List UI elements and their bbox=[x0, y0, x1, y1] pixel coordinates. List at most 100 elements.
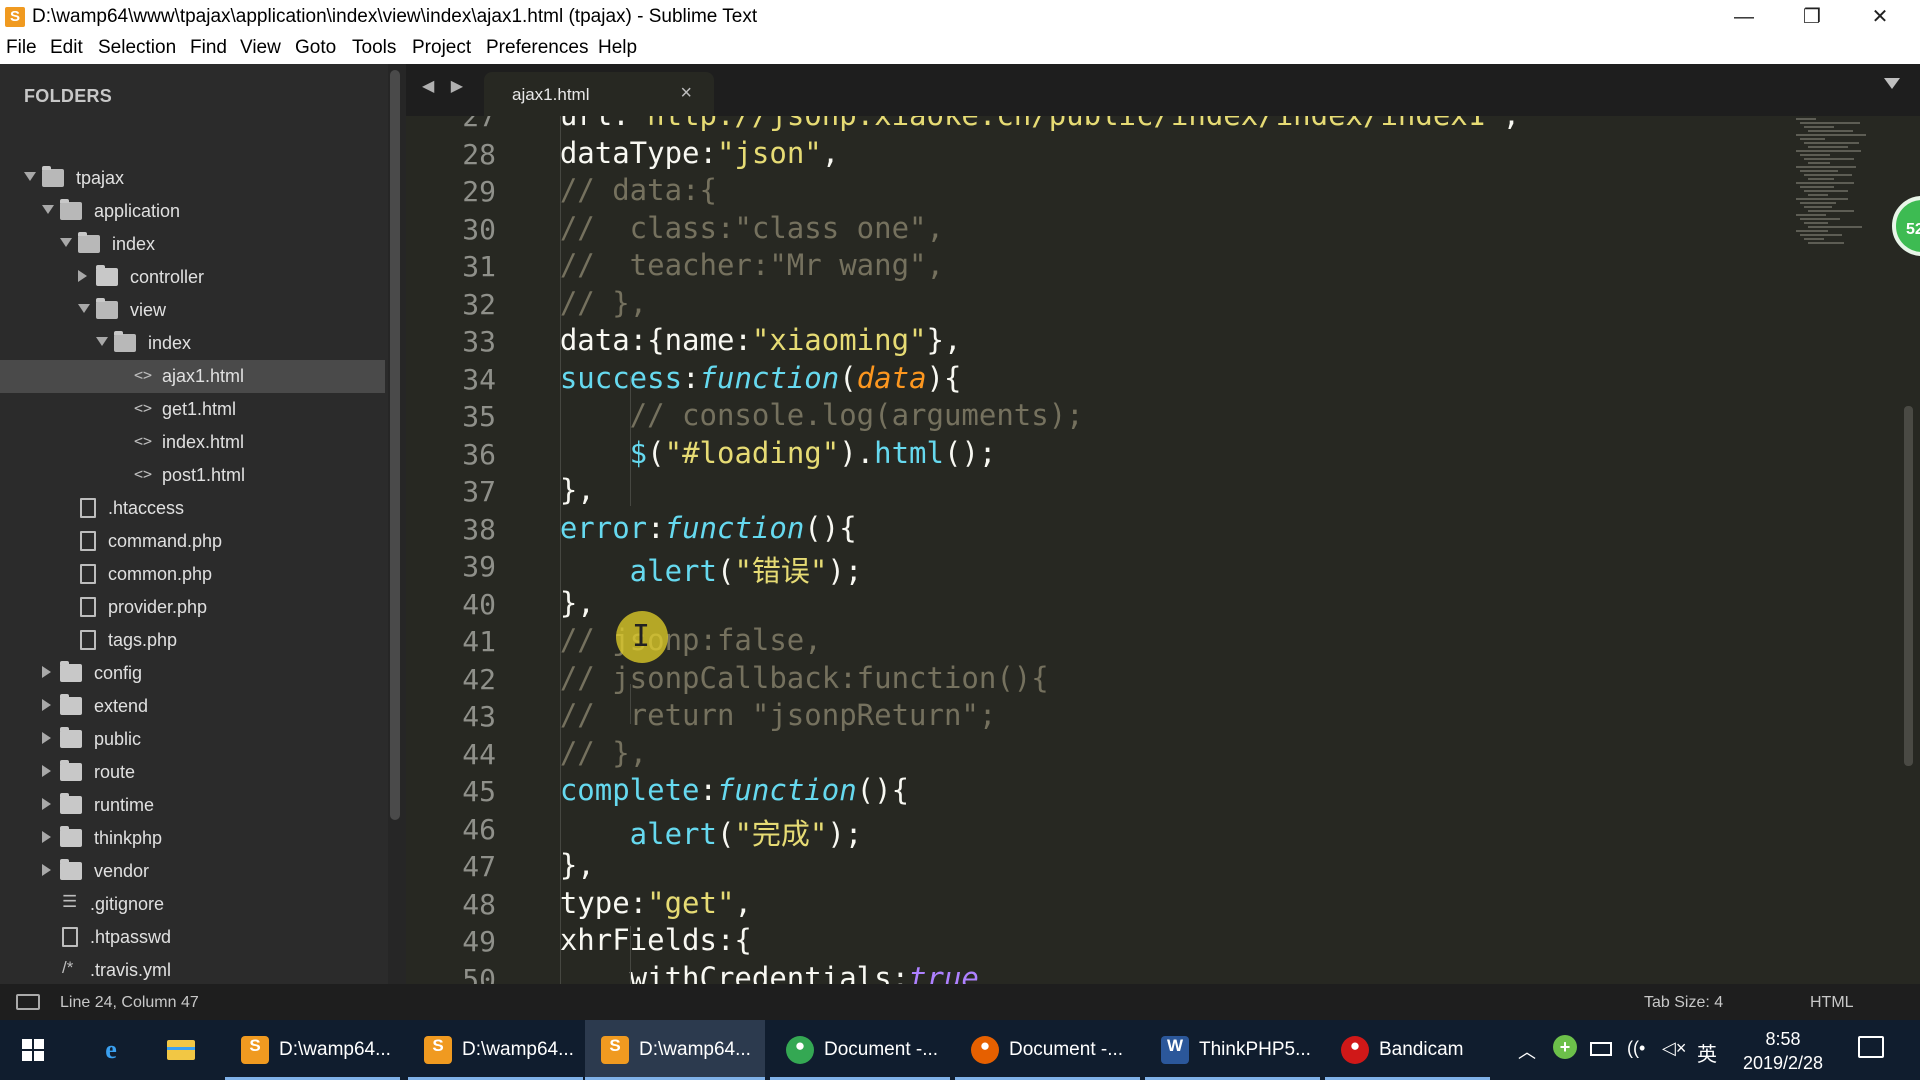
code-line[interactable]: xhrFields:{ bbox=[490, 923, 752, 961]
volume-icon[interactable]: ◁× bbox=[1662, 1038, 1686, 1059]
menu-file[interactable]: File bbox=[6, 37, 37, 59]
code-line[interactable]: // class:"class one", bbox=[490, 211, 944, 249]
cursor-position[interactable]: Line 24, Column 47 bbox=[60, 994, 199, 1012]
code-line[interactable]: }, bbox=[490, 848, 595, 886]
sidebar-folder[interactable]: view bbox=[0, 294, 385, 327]
menu-preferences[interactable]: Preferences bbox=[486, 37, 588, 59]
tab-dropdown-icon[interactable] bbox=[1884, 78, 1900, 89]
sidebar-folder[interactable]: vendor bbox=[0, 855, 385, 888]
expand-down-icon[interactable] bbox=[60, 238, 72, 247]
taskbar-button[interactable]: S D:\wamp64... bbox=[408, 1020, 583, 1080]
sidebar-folder[interactable]: config bbox=[0, 657, 385, 690]
code-line[interactable]: // teacher:"Mr wang", bbox=[490, 248, 944, 286]
battery-icon[interactable] bbox=[1590, 1042, 1612, 1056]
taskbar-button[interactable]: S D:\wamp64... bbox=[585, 1020, 765, 1080]
ime-indicator[interactable]: 英 bbox=[1697, 1038, 1717, 1067]
collapse-right-icon[interactable] bbox=[42, 699, 51, 711]
sidebar-folder[interactable]: runtime bbox=[0, 789, 385, 822]
sidebar-file[interactable]: provider.php bbox=[0, 591, 385, 624]
tray-app-icon[interactable]: + bbox=[1553, 1035, 1577, 1059]
menu-find[interactable]: Find bbox=[190, 37, 227, 59]
sidebar-scrollbar[interactable] bbox=[390, 70, 400, 820]
tab-size[interactable]: Tab Size: 4 bbox=[1644, 994, 1723, 1012]
sidebar-file[interactable]: <> ajax1.html bbox=[0, 360, 385, 393]
sidebar-folder[interactable]: index bbox=[0, 327, 385, 360]
code-line[interactable]: // data:{ bbox=[490, 173, 717, 211]
menu-view[interactable]: View bbox=[240, 37, 281, 59]
sidebar-file[interactable]: .htpasswd bbox=[0, 921, 385, 954]
minimize-button[interactable]: — bbox=[1710, 0, 1778, 34]
expand-down-icon[interactable] bbox=[42, 205, 54, 214]
sidebar-folder[interactable]: extend bbox=[0, 690, 385, 723]
tab-nav-arrows[interactable]: ◀ ▶ bbox=[422, 76, 469, 96]
sidebar-file[interactable]: ☰ .gitignore bbox=[0, 888, 385, 921]
code-line[interactable]: url:"http://jsonp.xiaoke.cn/public/index… bbox=[490, 116, 1520, 136]
expand-down-icon[interactable] bbox=[24, 172, 36, 181]
code-line[interactable]: // }, bbox=[490, 736, 647, 774]
code-line[interactable]: $("#loading").html(); bbox=[490, 436, 997, 474]
code-line[interactable]: }, bbox=[490, 586, 595, 624]
sidebar-folder[interactable]: public bbox=[0, 723, 385, 756]
code-line[interactable]: }, bbox=[490, 473, 595, 511]
code-line[interactable]: error:function(){ bbox=[490, 511, 857, 549]
collapse-right-icon[interactable] bbox=[78, 270, 87, 282]
expand-down-icon[interactable] bbox=[96, 337, 108, 346]
collapse-right-icon[interactable] bbox=[42, 765, 51, 777]
sidebar-file[interactable]: command.php bbox=[0, 525, 385, 558]
close-window-button[interactable]: ✕ bbox=[1846, 0, 1914, 34]
taskbar-button[interactable]: ● Document -... bbox=[770, 1020, 950, 1080]
code-line[interactable]: dataType:"json", bbox=[490, 136, 839, 174]
code-line[interactable]: withCredentials:true bbox=[490, 961, 979, 985]
code-line[interactable]: alert("错误"); bbox=[490, 548, 863, 588]
edge-icon[interactable]: e bbox=[91, 1030, 131, 1070]
sidebar-file[interactable]: tags.php bbox=[0, 624, 385, 657]
menu-edit[interactable]: Edit bbox=[50, 37, 83, 59]
sidebar-file[interactable]: common.php bbox=[0, 558, 385, 591]
code-line[interactable]: // return "jsonpReturn"; bbox=[490, 698, 997, 736]
file-explorer-icon[interactable] bbox=[160, 1030, 200, 1070]
tab-ajax1[interactable]: ajax1.html × bbox=[484, 72, 714, 116]
sidebar-folder[interactable]: thinkphp bbox=[0, 822, 385, 855]
syntax-mode[interactable]: HTML bbox=[1810, 994, 1854, 1012]
code-line[interactable]: alert("完成"); bbox=[490, 811, 863, 851]
windows-start-icon[interactable] bbox=[22, 1039, 44, 1061]
tab-close-icon[interactable]: × bbox=[680, 82, 692, 105]
code-line[interactable]: // jsonpCallback:function(){ bbox=[490, 661, 1049, 699]
menu-help[interactable]: Help bbox=[598, 37, 637, 59]
taskbar-button[interactable]: W ThinkPHP5... bbox=[1145, 1020, 1320, 1080]
sidebar-file[interactable]: .htaccess bbox=[0, 492, 385, 525]
sidebar-folder[interactable]: route bbox=[0, 756, 385, 789]
menu-goto[interactable]: Goto bbox=[295, 37, 336, 59]
notifications-icon[interactable] bbox=[1858, 1036, 1884, 1058]
code-line[interactable]: // }, bbox=[490, 286, 647, 324]
sidebar-file[interactable]: /* .travis.yml bbox=[0, 954, 385, 984]
editor-scrollbar[interactable] bbox=[1904, 406, 1913, 766]
panel-toggle-icon[interactable] bbox=[16, 994, 40, 1010]
collapse-right-icon[interactable] bbox=[42, 732, 51, 744]
sidebar-file[interactable]: <> get1.html bbox=[0, 393, 385, 426]
menu-tools[interactable]: Tools bbox=[352, 37, 396, 59]
sidebar-folder[interactable]: tpajax bbox=[0, 162, 385, 195]
menu-selection[interactable]: Selection bbox=[98, 37, 176, 59]
code-line[interactable]: // console.log(arguments); bbox=[490, 398, 1084, 436]
taskbar-button[interactable]: S D:\wamp64... bbox=[225, 1020, 400, 1080]
taskbar-button[interactable]: ● Document -... bbox=[955, 1020, 1140, 1080]
code-area[interactable]: url:"http://jsonp.xiaoke.cn/public/index… bbox=[490, 116, 1790, 984]
menu-project[interactable]: Project bbox=[412, 37, 471, 59]
sidebar-folder[interactable]: controller bbox=[0, 261, 385, 294]
collapse-right-icon[interactable] bbox=[42, 666, 51, 678]
sidebar-folder[interactable]: application bbox=[0, 195, 385, 228]
collapse-right-icon[interactable] bbox=[42, 798, 51, 810]
taskbar-button[interactable]: ● Bandicam bbox=[1325, 1020, 1490, 1080]
network-icon[interactable]: ((• bbox=[1627, 1038, 1645, 1059]
sidebar-folder[interactable]: index bbox=[0, 228, 385, 261]
collapse-right-icon[interactable] bbox=[42, 864, 51, 876]
minimap[interactable] bbox=[1790, 116, 1900, 276]
tray-expand-icon[interactable]: ︿ bbox=[1518, 1038, 1536, 1064]
sidebar-file[interactable]: <> post1.html bbox=[0, 459, 385, 492]
sidebar-file[interactable]: <> index.html bbox=[0, 426, 385, 459]
expand-down-icon[interactable] bbox=[78, 304, 90, 313]
restore-button[interactable]: ❐ bbox=[1778, 0, 1846, 34]
code-line[interactable]: type:"get", bbox=[490, 886, 752, 924]
code-line[interactable]: complete:function(){ bbox=[490, 773, 909, 811]
